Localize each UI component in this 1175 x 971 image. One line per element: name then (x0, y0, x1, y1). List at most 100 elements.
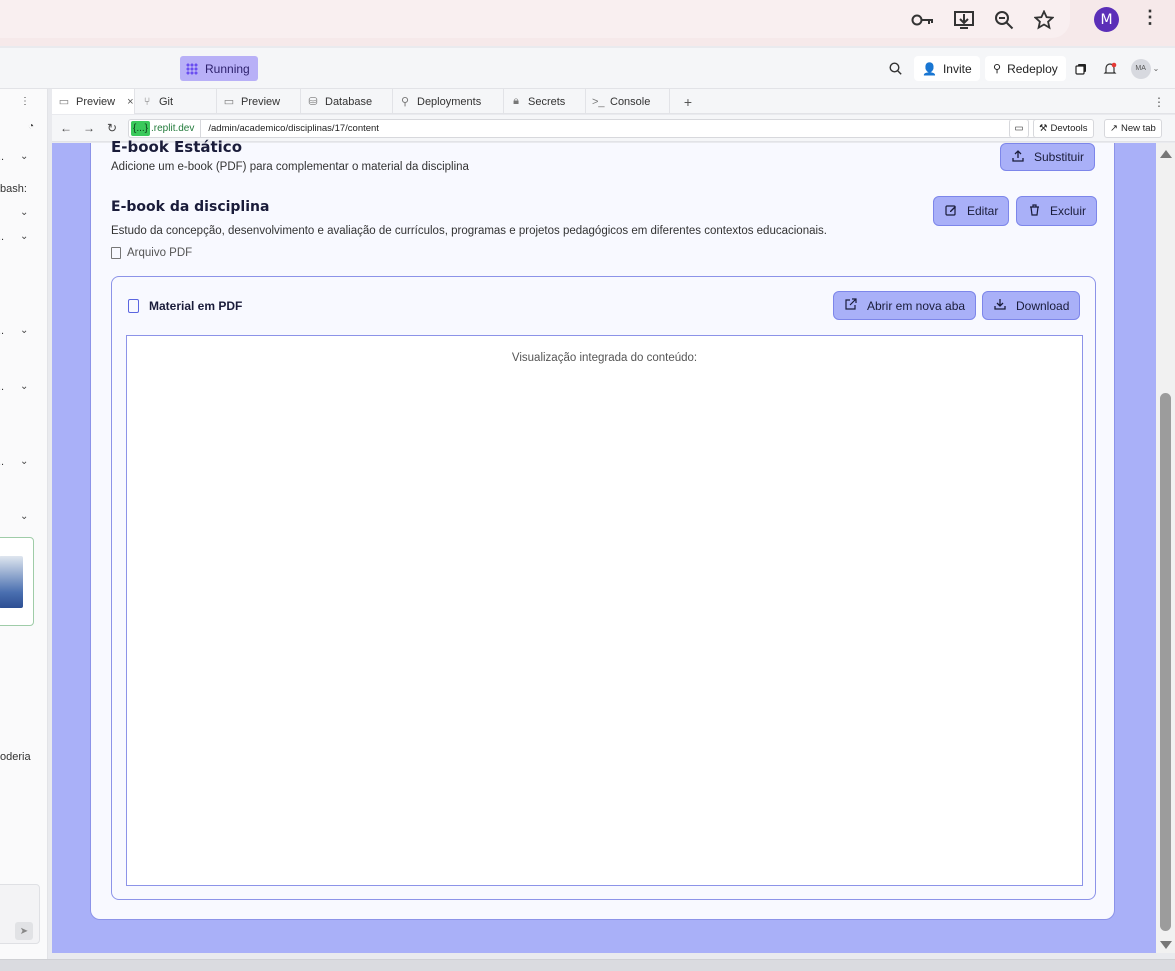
invite-button[interactable]: 👤 Invite (914, 56, 980, 81)
url-divider (200, 119, 202, 138)
forward-arrow-icon[interactable]: → (81, 120, 97, 136)
chevron-down-icon[interactable]: ⌄ (20, 151, 28, 162)
lock-icon: 🔒︎ (513, 95, 519, 107)
screenshot-preview-card[interactable] (0, 537, 34, 626)
delete-button[interactable]: Excluir (1016, 196, 1098, 226)
sidebar-snippet: bash: (0, 183, 27, 195)
chevron-down-icon[interactable]: ⌄ (20, 511, 28, 522)
download-button[interactable]: Download (982, 291, 1081, 320)
page-subtitle: Adicione um e-book (PDF) para complement… (111, 161, 469, 173)
document-icon (128, 299, 139, 313)
chevron-down-icon[interactable]: ⌄ (20, 381, 28, 392)
user-avatar-initials: MA (1130, 58, 1151, 79)
menu-dots-icon[interactable]: ⋮ (1140, 7, 1160, 33)
devtools-button[interactable]: ⚒ Devtools (1033, 119, 1094, 138)
pdf-panel-title: Material em PDF (128, 299, 242, 313)
replace-button[interactable]: Substituir (1000, 143, 1096, 171)
page-scrollbar[interactable] (1156, 143, 1175, 953)
close-icon[interactable]: × (127, 96, 133, 108)
search-icon[interactable] (884, 56, 906, 81)
back-arrow-icon[interactable]: ← (58, 120, 74, 136)
user-avatar[interactable]: MA ⌄ (1130, 56, 1160, 81)
sidebar-snippet: .. (0, 381, 5, 393)
key-icon[interactable] (910, 7, 936, 33)
console-icon: >_ (592, 95, 605, 108)
database-icon: ⛁ (308, 96, 318, 108)
deploy-icon: ⚲ (400, 96, 410, 108)
chevron-down-icon: ⌄ (1152, 64, 1160, 73)
zoom-icon[interactable] (991, 7, 1017, 33)
ebook-title: E-book da disciplina (111, 199, 270, 215)
redeploy-label: Redeploy (1007, 61, 1058, 76)
agent-sidebar: ⋮ ◔ .. ⌄ bash: ⌄ .. ⌄ .. ⌄ .. ⌄ .. ⌄ ⌄ o… (0, 89, 48, 959)
run-status-badge[interactable]: Running (180, 56, 258, 81)
download-icon (993, 298, 1007, 313)
external-link-icon: ↗ (1110, 123, 1118, 134)
multiplayer-icon[interactable] (1070, 56, 1092, 81)
edit-label: Editar (967, 204, 999, 218)
install-app-icon[interactable] (951, 7, 977, 33)
open-new-tab-button[interactable]: Abrir em nova aba (833, 291, 977, 320)
download-label: Download (1016, 298, 1070, 313)
scroll-down-icon[interactable] (1160, 941, 1172, 949)
browser-toolbar: M ⋮ (0, 0, 1175, 46)
url-domain: .replit.dev (151, 123, 195, 134)
tab-deployments[interactable]: ⚲ Deployments (393, 89, 504, 114)
pdf-viewer[interactable]: Visualização integrada do conteúdo: (126, 335, 1083, 886)
sidebar-snippet: .. (0, 231, 5, 243)
open-new-tab-label: Abrir em nova aba (867, 298, 966, 313)
screenshot-thumbnail (0, 556, 23, 608)
reload-icon[interactable]: ↻ (104, 120, 120, 136)
tab-preview[interactable]: ▭ Preview (217, 89, 301, 114)
monitor-icon: ▭ (223, 96, 235, 108)
tab-label: Console (610, 95, 651, 108)
bookmark-star-icon[interactable] (1031, 7, 1057, 33)
deploy-icon: ⚲ (993, 63, 1002, 75)
replit-domain-badge: {...} (131, 121, 151, 136)
history-icon[interactable]: ◔ (28, 121, 34, 132)
workspace-tabs: ▭ Preview × ⑂ Git ▭ Preview ⛁ Database ⚲… (52, 89, 1175, 114)
device-preview-icon[interactable]: ▭ (1009, 119, 1029, 138)
chevron-down-icon[interactable]: ⌄ (20, 207, 28, 218)
tab-preview-active[interactable]: ▭ Preview × (52, 89, 135, 114)
chevron-down-icon[interactable]: ⌄ (20, 325, 28, 336)
new-tab-label: New tab (1120, 123, 1156, 134)
tab-label: Preview (76, 95, 116, 108)
url-field[interactable]: {...} .replit.dev /admin/academico/disci… (128, 119, 1059, 138)
upload-icon (1011, 149, 1025, 165)
git-icon: ⑂ (143, 95, 151, 108)
add-tab-icon[interactable]: + (680, 89, 696, 114)
external-link-icon (844, 298, 858, 313)
sidebar-snippet: .. (0, 325, 5, 337)
more-icon[interactable]: ⋮ (1153, 89, 1165, 114)
monitor-icon: ▭ (58, 96, 70, 108)
chevron-down-icon[interactable]: ⌄ (20, 231, 28, 242)
invite-label: Invite (942, 61, 972, 76)
pdf-panel-title-text: Material em PDF (149, 299, 243, 313)
tab-console[interactable]: >_ Console (586, 89, 670, 114)
scroll-up-icon[interactable] (1160, 150, 1172, 158)
chevron-down-icon[interactable]: ⌄ (20, 456, 28, 467)
sidebar-snippet: .. (0, 151, 5, 163)
app-preview: E-book Estático Adicione um e-book (PDF)… (52, 138, 1156, 953)
tab-git[interactable]: ⑂ Git (135, 89, 217, 114)
devtools-label: Devtools (1050, 123, 1088, 134)
tab-database[interactable]: ⛁ Database (301, 89, 393, 114)
file-type-label: Arquivo PDF (111, 247, 192, 259)
ebook-description: Estudo da concepção, desenvolvimento e a… (111, 225, 827, 237)
sidebar-snippet: oderia (0, 751, 31, 763)
run-status-label: Running (205, 61, 250, 76)
new-tab-button[interactable]: ↗ New tab (1104, 119, 1162, 138)
tab-label: Database (325, 95, 373, 108)
tab-secrets[interactable]: 🔒︎ Secrets (504, 89, 586, 114)
more-icon[interactable]: ⋮ (20, 96, 30, 107)
edit-button[interactable]: Editar (933, 196, 1010, 226)
sidebar-snippet: .. (0, 456, 5, 468)
scroll-thumb[interactable] (1160, 393, 1171, 931)
notification-bell-icon[interactable] (1099, 56, 1121, 81)
profile-avatar[interactable]: M (1094, 7, 1119, 32)
file-icon (111, 247, 121, 259)
redeploy-button[interactable]: ⚲ Redeploy (985, 56, 1066, 81)
run-grid-icon (186, 62, 198, 75)
send-icon[interactable]: ➤ (15, 922, 33, 940)
